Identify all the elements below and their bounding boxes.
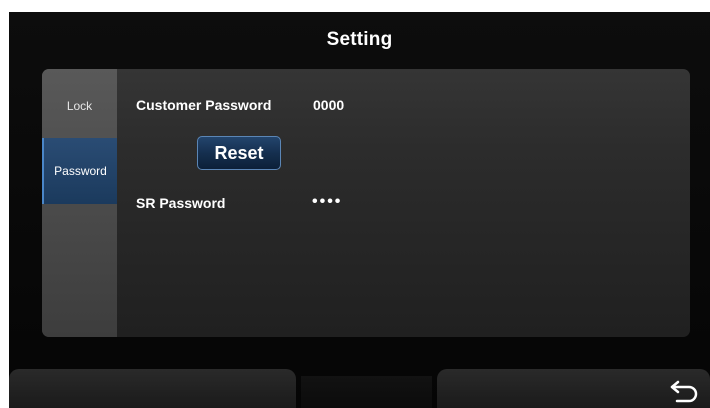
sr-password-label: SR Password <box>136 195 226 211</box>
settings-panel: Lock Password Customer Password 0000 Res… <box>42 69 690 337</box>
back-arrow-icon <box>670 380 698 403</box>
reset-button[interactable]: Reset <box>197 136 281 170</box>
sr-password-value: •••• <box>312 193 343 210</box>
customer-password-value: 0000 <box>313 97 345 113</box>
customer-password-label: Customer Password <box>136 97 272 113</box>
bottom-middle-area <box>301 376 432 408</box>
page-title: Setting <box>326 29 393 50</box>
device-screen: Setting Lock Password Customer Password … <box>9 12 710 408</box>
back-button[interactable] <box>668 379 700 403</box>
tab-password[interactable]: Password <box>42 138 117 204</box>
tab-lock[interactable]: Lock <box>42 74 117 138</box>
sidebar: Lock Password <box>42 69 117 337</box>
bottom-left-button[interactable] <box>9 369 296 408</box>
